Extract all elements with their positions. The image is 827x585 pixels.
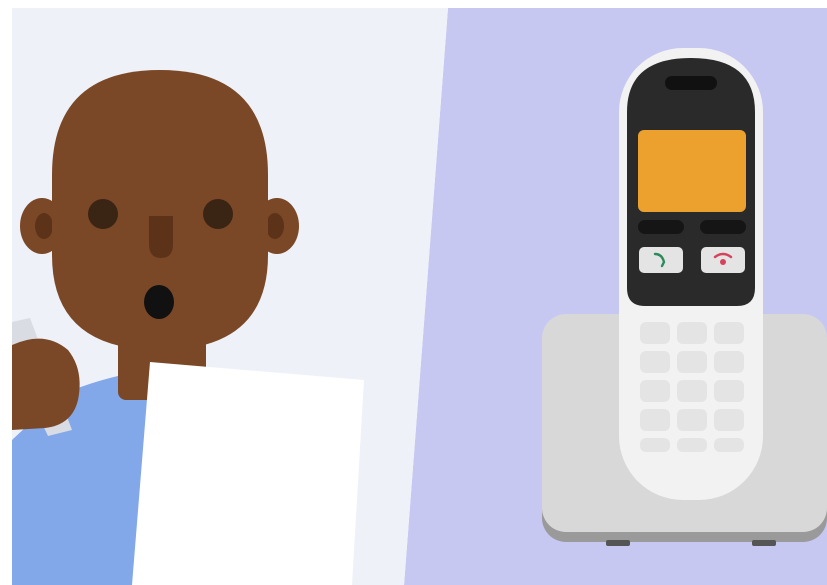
- illustration-canvas: [0, 0, 827, 585]
- keypad-key[interactable]: [677, 380, 707, 402]
- keypad-key[interactable]: [714, 380, 744, 402]
- keypad-key[interactable]: [640, 322, 670, 344]
- keypad-key[interactable]: [714, 409, 744, 431]
- keypad-key[interactable]: [640, 438, 670, 452]
- raised-hand: [12, 338, 80, 430]
- phone-screen: [638, 130, 746, 212]
- base-foot-right: [752, 540, 776, 546]
- keypad-key[interactable]: [677, 351, 707, 373]
- illustration-stage: [0, 0, 827, 585]
- keypad-key[interactable]: [714, 438, 744, 452]
- keypad-key[interactable]: [677, 409, 707, 431]
- left-eye: [88, 199, 118, 229]
- keypad-key[interactable]: [714, 322, 744, 344]
- keypad-key[interactable]: [714, 351, 744, 373]
- left-ear-inner: [35, 213, 53, 239]
- base-foot-left: [606, 540, 630, 546]
- open-mouth: [144, 285, 174, 319]
- right-eye: [203, 199, 233, 229]
- keypad-key[interactable]: [677, 322, 707, 344]
- keypad-key[interactable]: [640, 409, 670, 431]
- soft-key-left[interactable]: [638, 220, 684, 234]
- soft-key-right[interactable]: [700, 220, 746, 234]
- keypad-key[interactable]: [640, 351, 670, 373]
- right-ear-inner: [266, 213, 284, 239]
- keypad-key[interactable]: [640, 380, 670, 402]
- earpiece-slot: [665, 76, 717, 90]
- keypad-key[interactable]: [677, 438, 707, 452]
- call-button[interactable]: [639, 247, 683, 273]
- nose: [149, 216, 173, 258]
- paper-sheet: [132, 362, 364, 585]
